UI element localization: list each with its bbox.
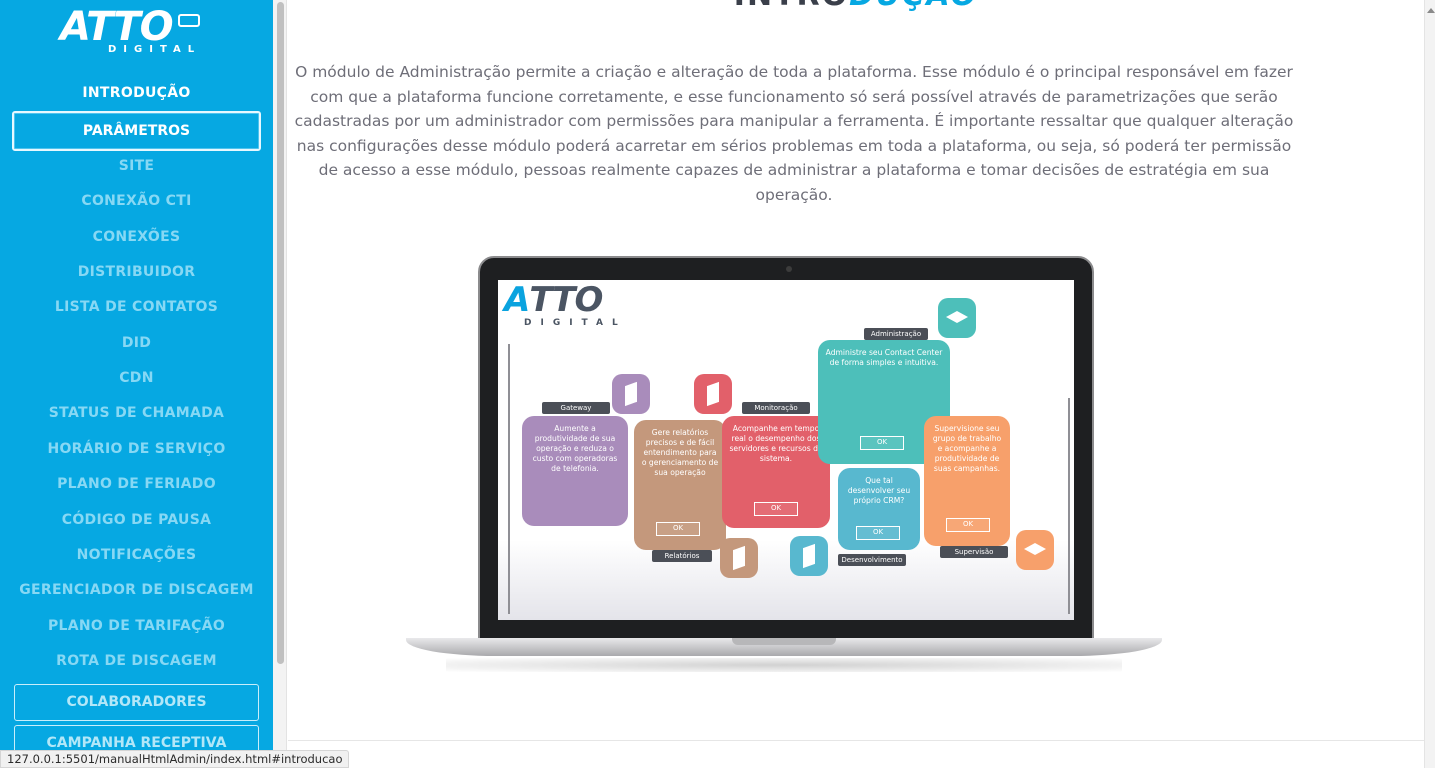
sidebar-item-conexao-cti[interactable]: CONEXÃO CTI: [0, 193, 273, 209]
laptop-notch: [732, 638, 836, 645]
content-divider: [288, 740, 1424, 741]
infographic-logo-sub: DIGITAL: [524, 318, 627, 328]
infographic-logo-text: ATTO: [504, 280, 603, 320]
relatorios-ok-button[interactable]: OK: [656, 522, 700, 536]
desenvolvimento-ok-button[interactable]: OK: [856, 526, 900, 540]
administracao-tab: Administração: [864, 328, 928, 340]
sidebar-item-plano-de-tarifacao[interactable]: PLANO DE TARIFAÇÃO: [0, 618, 273, 634]
sidebar-scrollbar[interactable]: [273, 0, 287, 768]
monitoracao-card-text: Acompanhe em tempo real o desempenho dos…: [729, 424, 823, 463]
sidebar-item-codigo-de-pausa[interactable]: CÓDIGO DE PAUSA: [0, 512, 273, 528]
laptop-camera: [786, 266, 792, 272]
sidebar: ATTO DIGITAL INTRODUÇÃO PARÂMETROS SITE …: [0, 0, 273, 768]
logo-subtext: DIGITAL: [108, 44, 202, 55]
chat-bubble-icon: [178, 14, 200, 27]
desenvolvimento-icon: [790, 536, 828, 576]
sidebar-item-rota-de-discagem[interactable]: ROTA DE DISCAGEM: [0, 653, 273, 669]
infographic-screen: ATTO DIGITAL Gateway Aumente a produtivi…: [498, 280, 1074, 620]
supervisao-icon: [1016, 530, 1054, 570]
sidebar-item-conexoes[interactable]: CONEXÕES: [0, 229, 273, 245]
section-title-part-2: DUÇÃO: [849, 0, 978, 13]
sidebar-item-plano-de-feriado[interactable]: PLANO DE FERIADO: [0, 476, 273, 492]
gateway-card-text: Aumente a produtividade de sua operação …: [532, 424, 618, 473]
gateway-tab: Gateway: [542, 402, 610, 414]
sidebar-item-distribuidor[interactable]: DISTRIBUIDOR: [0, 264, 273, 280]
relatorios-tab: Relatórios: [652, 550, 712, 562]
laptop-illustration: ATTO DIGITAL Gateway Aumente a produtivi…: [406, 256, 1162, 676]
section-title: INTRODUÇÃO: [288, 0, 1424, 13]
gateway-icon: [612, 374, 650, 414]
page-scrollbar[interactable]: [1424, 0, 1435, 768]
frame-line-left: [508, 344, 510, 614]
section-title-part-1: INTRO: [734, 0, 849, 13]
infographic-logo: ATTO DIGITAL: [504, 280, 654, 332]
relatorios-icon: [720, 538, 758, 578]
scroll-up-arrow-icon[interactable]: [1427, 8, 1435, 13]
laptop-shadow: [446, 658, 1122, 672]
sidebar-item-cdn[interactable]: CDN: [0, 370, 273, 386]
administracao-icon: [938, 298, 976, 338]
sidebar-item-parametros[interactable]: PARÂMETROS: [12, 111, 261, 151]
gateway-card: Aumente a produtividade de sua operação …: [522, 416, 628, 526]
sidebar-scrollbar-thumb[interactable]: [277, 2, 284, 664]
monitoracao-tab: Monitoração: [742, 402, 810, 414]
status-bar-url: 127.0.0.1:5501/manualHtmlAdmin/index.htm…: [0, 750, 350, 768]
desenvolvimento-card-text: Que tal desenvolver seu próprio CRM?: [847, 476, 911, 505]
sidebar-item-lista-de-contatos[interactable]: LISTA DE CONTATOS: [0, 299, 273, 315]
administracao-ok-button[interactable]: OK: [860, 436, 904, 450]
supervisao-ok-button[interactable]: OK: [946, 518, 990, 532]
sidebar-item-site[interactable]: SITE: [0, 158, 273, 174]
atto-digital-logo[interactable]: ATTO DIGITAL: [60, 4, 220, 58]
laptop-lid: ATTO DIGITAL Gateway Aumente a produtivi…: [478, 256, 1094, 642]
sidebar-item-colaboradores[interactable]: COLABORADORES: [14, 684, 259, 721]
infographic-logo-a: A: [504, 280, 530, 320]
intro-paragraph: O módulo de Administração permite a cria…: [294, 63, 1294, 204]
monitoracao-icon: [694, 374, 732, 414]
sidebar-item-did[interactable]: DID: [0, 335, 273, 351]
monitoracao-ok-button[interactable]: OK: [754, 502, 798, 516]
sidebar-item-introducao[interactable]: INTRODUÇÃO: [0, 85, 273, 101]
sidebar-item-status-de-chamada[interactable]: STATUS DE CHAMADA: [0, 405, 273, 421]
frame-line-right: [1068, 398, 1070, 614]
supervisao-card-text: Supervisione seu grupo de trabalho e aco…: [932, 424, 1002, 473]
main-content: INTRODUÇÃO O módulo de Administração per…: [288, 0, 1424, 768]
desenvolvimento-tab: Desenvolvimento: [838, 554, 906, 566]
administracao-card-text: Administre seu Contact Center de forma s…: [825, 348, 943, 367]
sidebar-item-gerenciador-de-discagem[interactable]: GERENCIADOR DE DISCAGEM: [0, 582, 273, 598]
supervisao-tab: Supervisão: [940, 546, 1008, 558]
sidebar-item-notificacoes[interactable]: NOTIFICAÇÕES: [0, 547, 273, 563]
relatorios-card-text: Gere relatórios precisos e de fácil ente…: [641, 428, 719, 477]
sidebar-item-horario-de-servico[interactable]: HORÁRIO DE SERVIÇO: [0, 441, 273, 457]
infographic-logo-tto: TTO: [529, 280, 603, 320]
